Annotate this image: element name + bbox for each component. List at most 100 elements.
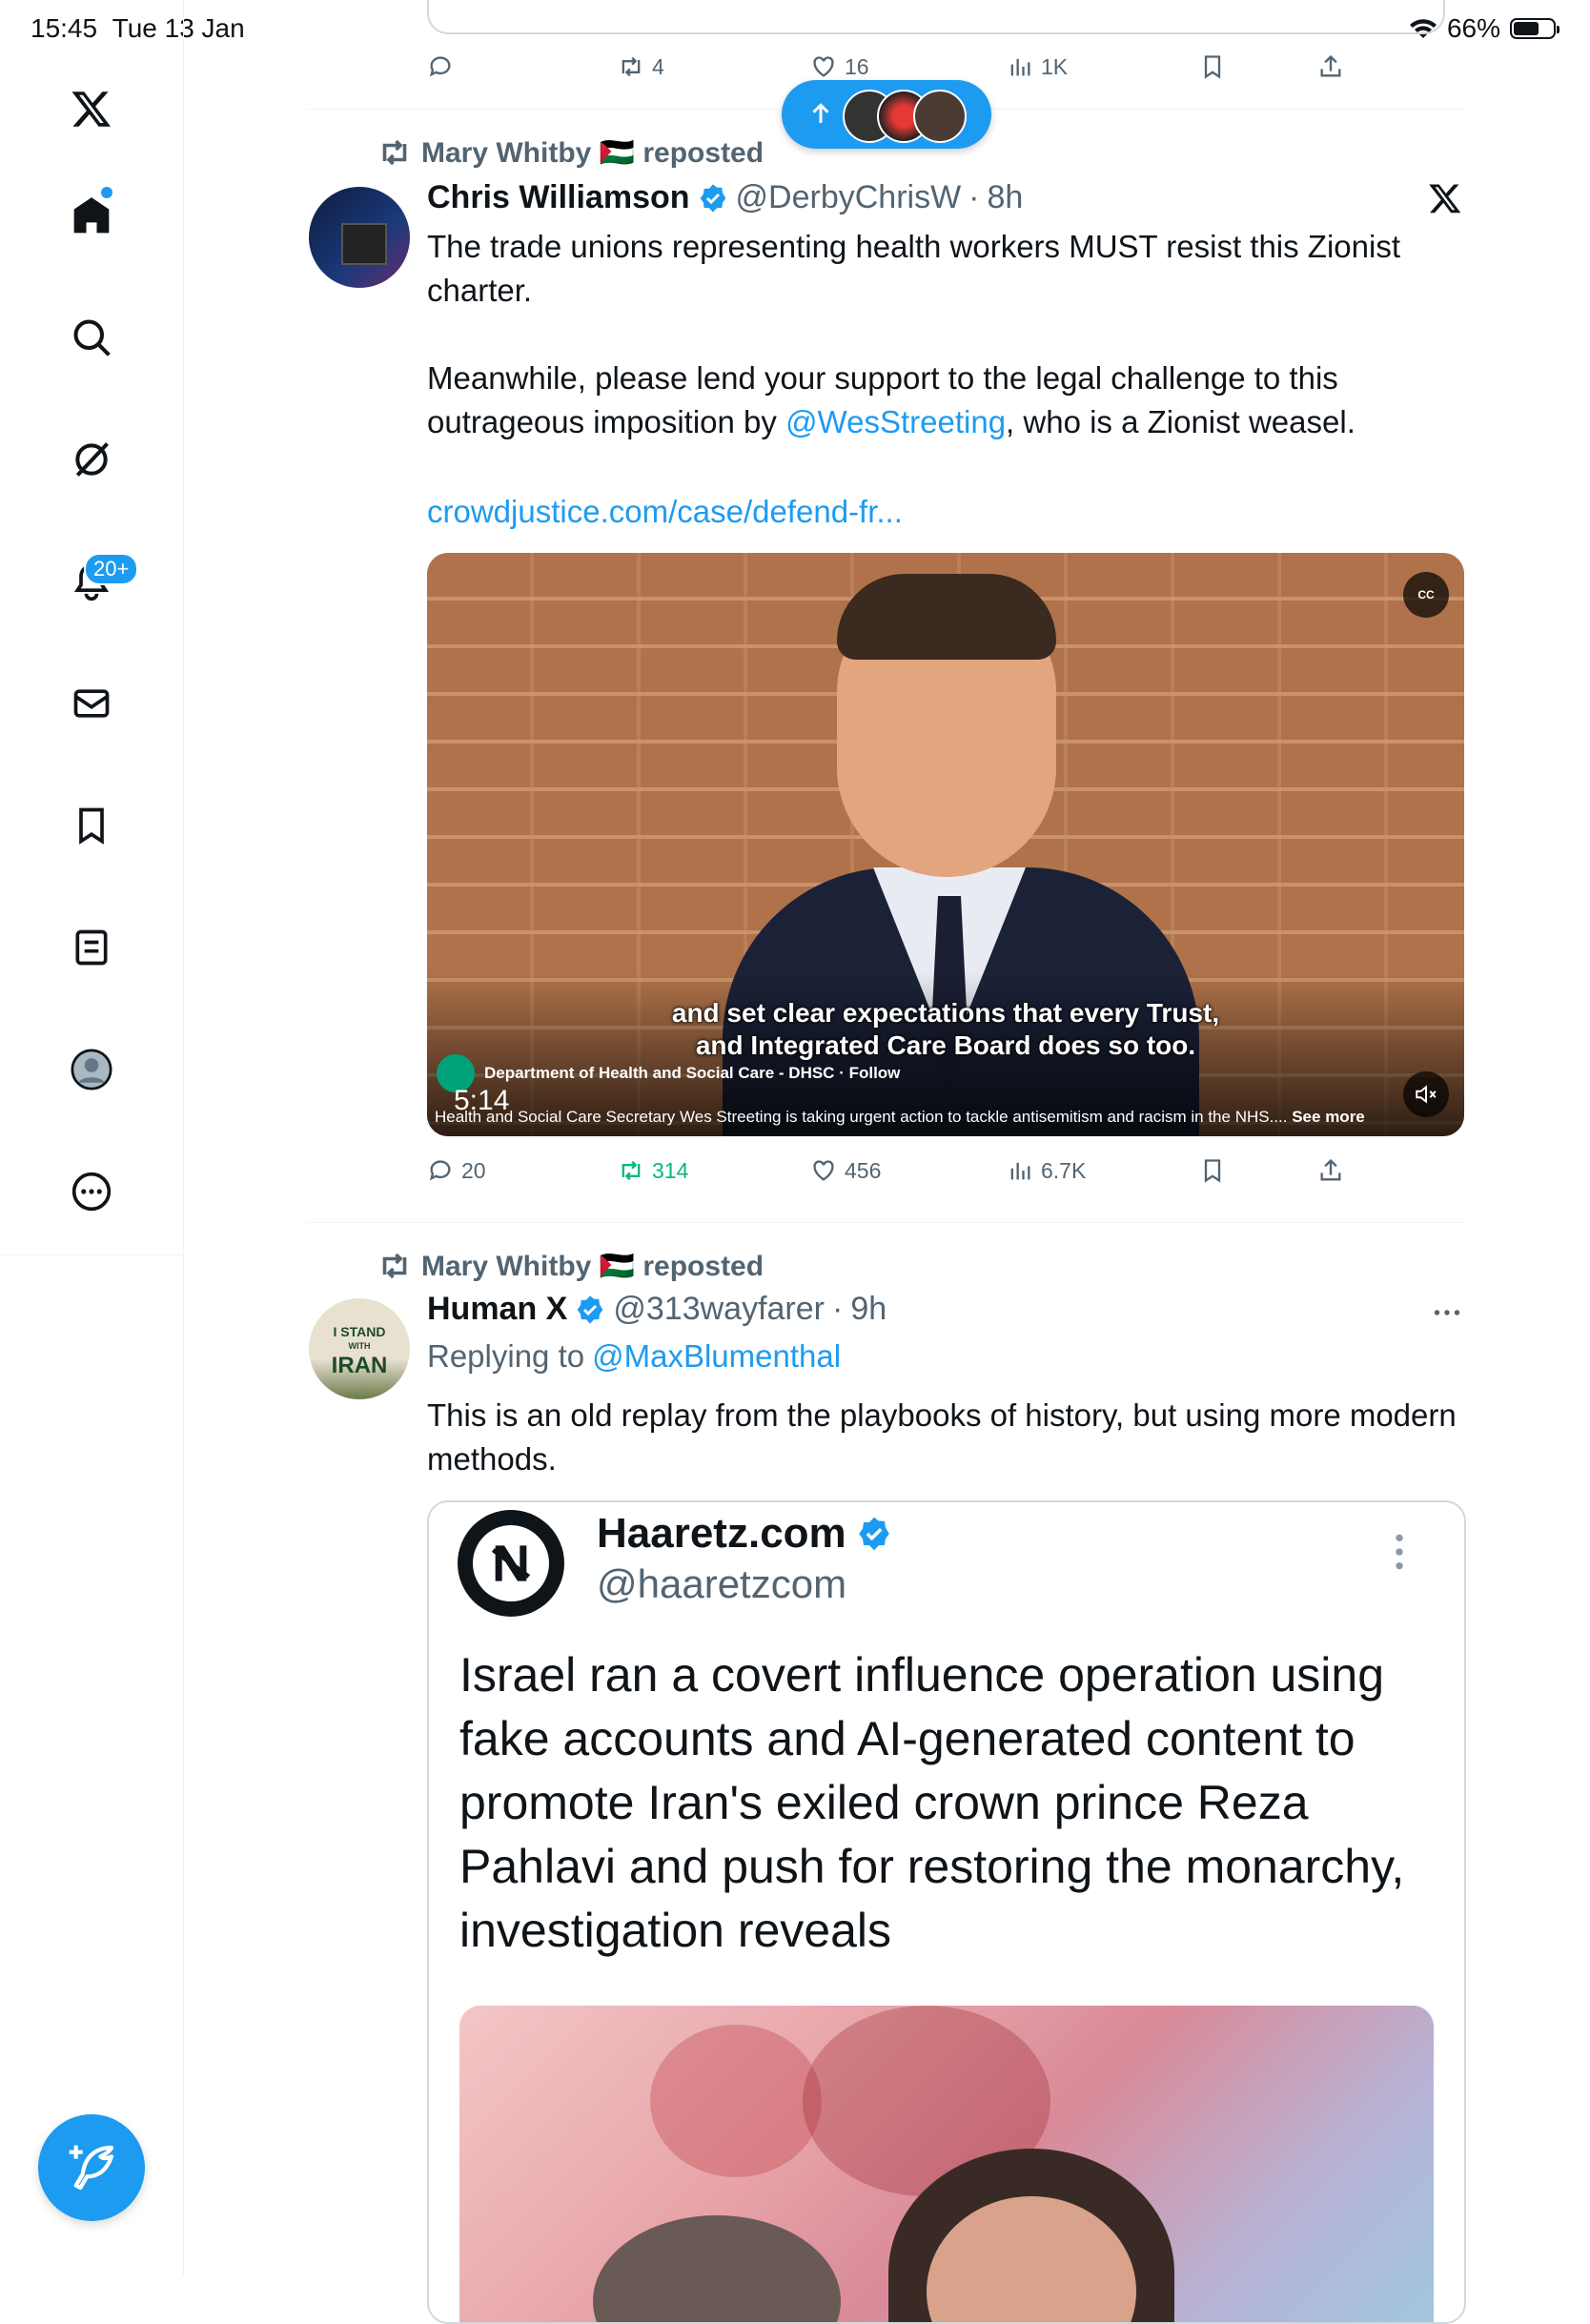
repost-icon xyxy=(382,139,407,166)
video-source: Department of Health and Social Care - D… xyxy=(484,1064,901,1082)
video-description-row: Health and Social Care Secretary Wes Str… xyxy=(435,1108,1388,1127)
views-icon xyxy=(1010,58,1030,76)
repost-button[interactable]: 314 xyxy=(618,1157,688,1184)
quote-handle[interactable]: @haaretzcom xyxy=(597,1561,846,1607)
replying-label: Replying to xyxy=(427,1338,585,1374)
views-button[interactable]: 6.7K xyxy=(1007,1157,1086,1184)
battery-icon xyxy=(1510,18,1559,39)
verified-badge-icon xyxy=(858,1517,889,1551)
arrow-up-icon xyxy=(812,103,829,123)
compose-post-button[interactable] xyxy=(38,2114,145,2221)
lists-icon[interactable] xyxy=(63,919,120,976)
grok-icon[interactable] xyxy=(63,431,120,488)
tweet-divider xyxy=(307,1222,1464,1223)
video-source-name: Department of Health and Social Care - D… xyxy=(484,1064,835,1082)
heart-icon xyxy=(813,56,834,77)
bookmark-icon xyxy=(1204,1159,1221,1183)
quote-text: Israel ran a covert influence operation … xyxy=(459,1648,1405,1957)
display-name[interactable]: Chris Williamson xyxy=(427,179,690,216)
reply-count: 20 xyxy=(461,1157,486,1183)
timestamp[interactable]: 9h xyxy=(850,1291,887,1328)
views-button[interactable]: 1K xyxy=(1007,53,1068,80)
video-caption-line: and set clear expectations that every Tr… xyxy=(671,998,1220,1028)
separator-dot: · xyxy=(968,179,980,215)
repost-indicator: Mary Whitby 🇵🇸 reposted xyxy=(377,135,764,170)
reposted-by-text: Mary Whitby 🇵🇸 reposted xyxy=(421,1250,764,1282)
see-more-link[interactable]: See more xyxy=(1292,1108,1365,1126)
avatar[interactable]: I STAND WITH IRAN xyxy=(309,1298,410,1399)
separator-dot: · xyxy=(831,1291,844,1327)
mute-button[interactable] xyxy=(1403,1071,1449,1117)
messages-icon[interactable] xyxy=(63,675,120,732)
quote-image-figure xyxy=(593,2215,841,2322)
timestamp[interactable]: 8h xyxy=(988,179,1024,216)
more-options-button[interactable] xyxy=(1430,1298,1464,1332)
external-link[interactable]: crowdjustice.com/case/defend-fr... xyxy=(427,490,1457,534)
share-button[interactable] xyxy=(1317,1157,1344,1184)
repost-button[interactable]: 4 xyxy=(618,53,664,80)
search-icon[interactable] xyxy=(63,309,120,366)
share-icon xyxy=(1320,1158,1341,1181)
verified-badge-icon xyxy=(578,1295,603,1324)
more-vertical-icon xyxy=(1396,1534,1403,1570)
home-unread-dot xyxy=(101,187,112,198)
views-icon xyxy=(1010,1162,1030,1180)
repost-icon xyxy=(622,1160,641,1181)
more-icon[interactable] xyxy=(63,1163,120,1220)
bookmark-button[interactable] xyxy=(1199,1157,1226,1184)
bookmark-icon xyxy=(1204,55,1221,79)
reply-button[interactable]: 20 xyxy=(427,1157,486,1184)
reply-button[interactable] xyxy=(427,53,454,80)
quote-card[interactable]: Haaretz.com @haaretzcom Israel ran a cov… xyxy=(427,1500,1466,2324)
reply-icon xyxy=(429,56,451,77)
repost-count: 314 xyxy=(652,1157,689,1183)
sidebar-divider xyxy=(0,1254,183,1255)
heart-icon xyxy=(813,1160,834,1181)
closed-captions-button[interactable]: CC xyxy=(1403,572,1449,618)
like-button[interactable]: 16 xyxy=(810,53,869,80)
mention-link[interactable]: @WesStreeting xyxy=(785,404,1006,439)
views-count: 1K xyxy=(1041,53,1069,79)
tweet-header: Human X @313wayfarer · 9h xyxy=(427,1291,887,1328)
cc-icon: CC xyxy=(1417,588,1435,601)
avatar-text: I STAND WITH IRAN xyxy=(309,1325,410,1378)
follow-link[interactable]: Follow xyxy=(849,1064,901,1082)
new-posts-pill[interactable] xyxy=(782,80,991,149)
tweet-header: Chris Williamson @DerbyChrisW · 8h xyxy=(427,179,1023,216)
video-caption: and set clear expectations that every Tr… xyxy=(427,997,1464,1062)
like-button[interactable]: 456 xyxy=(810,1157,881,1184)
video-figure-hair xyxy=(837,574,1056,660)
x-logo-icon[interactable] xyxy=(1428,181,1462,220)
avatar-text-line: WITH xyxy=(348,1341,371,1351)
bookmarks-icon[interactable] xyxy=(63,797,120,854)
tweet-text-part: , who is a Zionist weasel. xyxy=(1006,404,1356,439)
avatar-text-line: I STAND xyxy=(333,1324,386,1339)
display-name[interactable]: Human X xyxy=(427,1291,567,1328)
like-count: 16 xyxy=(845,53,869,79)
sidebar: 20+ xyxy=(0,0,184,2276)
repost-count: 4 xyxy=(652,53,664,79)
notifications-badge: 20+ xyxy=(84,553,139,585)
haaretz-logo-icon xyxy=(458,1510,564,1617)
avatar-image-detail xyxy=(341,223,387,265)
verified-badge-icon xyxy=(700,183,725,213)
previous-quote-card[interactable] xyxy=(427,0,1445,34)
reply-icon xyxy=(429,1160,451,1181)
mention-link[interactable]: @MaxBlumenthal xyxy=(592,1338,841,1375)
replying-to: Replying to @MaxBlumenthal xyxy=(427,1338,841,1375)
profile-icon[interactable] xyxy=(63,1041,120,1098)
quote-display-name[interactable]: Haaretz.com xyxy=(597,1510,846,1558)
handle[interactable]: @DerbyChrisW xyxy=(736,179,962,216)
quote-image-detail xyxy=(650,2025,822,2177)
handle[interactable]: @313wayfarer xyxy=(613,1291,825,1328)
share-button[interactable] xyxy=(1317,53,1344,80)
avatar[interactable] xyxy=(309,187,410,288)
avatar-text-line: IRAN xyxy=(331,1353,388,1378)
repost-icon xyxy=(622,56,641,77)
bookmark-button[interactable] xyxy=(1199,53,1226,80)
quote-more-button[interactable] xyxy=(1392,1531,1407,1578)
battery-percent: 66% xyxy=(1446,13,1500,43)
video-player[interactable]: and set clear expectations that every Tr… xyxy=(427,553,1464,1136)
x-logo-icon[interactable] xyxy=(63,80,120,137)
like-count: 456 xyxy=(845,1157,882,1183)
